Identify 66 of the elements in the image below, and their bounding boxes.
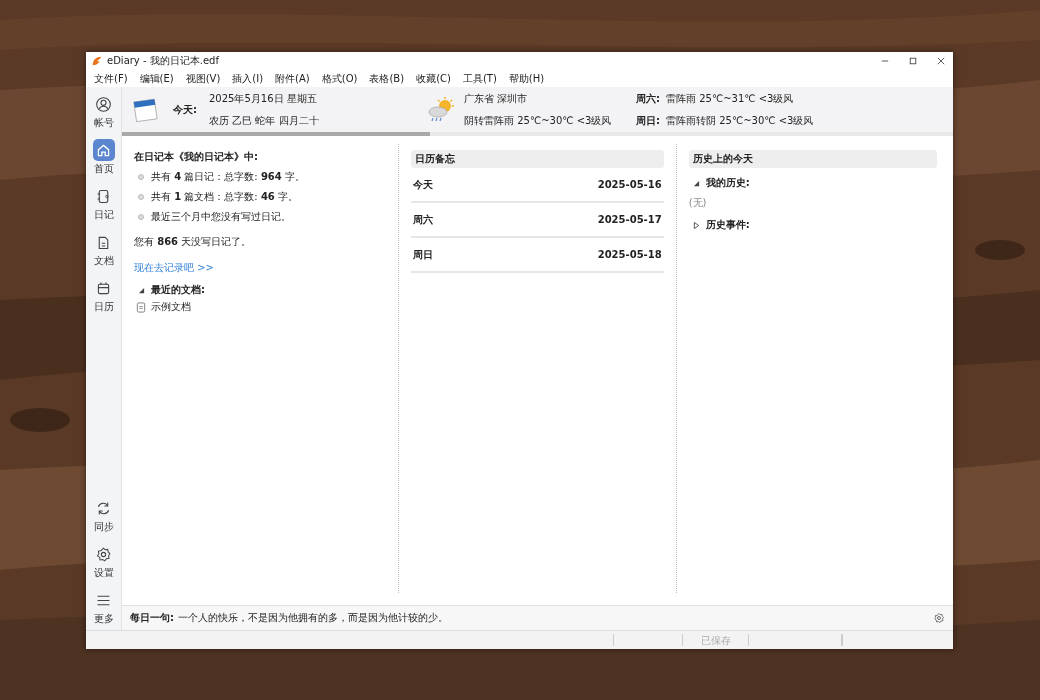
document-item[interactable]: 示例文档 <box>151 300 191 314</box>
section-header: 历史上的今天 <box>688 150 937 168</box>
calendar-icon <box>131 96 159 123</box>
maximize-icon <box>909 57 917 65</box>
user-icon <box>95 95 112 113</box>
sidebar-item[interactable]: 文档 <box>92 231 115 268</box>
days-note: 您有 866 天没写日记了。 <box>134 235 253 249</box>
summary-text: 共有 1 篇文档：总字数: 46 字。 <box>151 190 298 204</box>
menu-item[interactable]: 格式(O) <box>321 71 358 86</box>
settings-icon <box>95 545 112 563</box>
menu-item[interactable]: 文件(F) <box>94 71 128 86</box>
weather-text: 阴转雷阵雨 25℃~30℃ <3级风 <box>464 113 612 128</box>
menu-item[interactable]: 表格(B) <box>369 71 405 86</box>
menu-item[interactable]: 编辑(E) <box>139 71 174 86</box>
document-icon <box>136 301 146 313</box>
forecast-text: 雷阵雨转阴 25℃~30℃ <3级风 <box>666 113 814 128</box>
lunar-date-text: 农历 乙巳 蛇年 四月二十 <box>209 113 319 128</box>
expanded-triangle-icon[interactable] <box>138 286 145 294</box>
sidebar-item[interactable]: 设置 <box>92 543 115 580</box>
summary-text: 共有 4 篇日记：总字数: 964 字。 <box>151 170 305 184</box>
status-text: 已保存 <box>683 634 749 646</box>
menu-item[interactable]: 插入(I) <box>232 71 264 86</box>
app-logo-icon <box>91 55 103 67</box>
bullet-dot <box>138 174 144 180</box>
section-label: 我的历史: <box>705 176 750 190</box>
record-link[interactable]: 现在去记录吧 >> <box>134 261 214 275</box>
memo-day: 周六 <box>413 212 434 227</box>
section-label: 历史事件: <box>705 218 750 232</box>
scrollbar-thumb[interactable] <box>122 132 430 136</box>
notebook-icon <box>95 187 112 205</box>
forecast-text: 雷阵雨 25℃~31℃ <3级风 <box>666 91 794 106</box>
summary-title: 在日记本《我的日记本》中: <box>134 150 259 164</box>
quote-text: 一个人的快乐，不是因为他拥有的多，而是因为他计较的少。 <box>178 611 449 625</box>
sidebar-item[interactable]: 更多 <box>92 589 115 626</box>
forecast-day: 周日: <box>636 113 660 128</box>
section-label: 最近的文档: <box>151 283 205 297</box>
quote-label: 每日一句: <box>130 611 174 625</box>
sidebar-item[interactable]: 帐号 <box>92 93 115 130</box>
memo-date: 2025-05-17 <box>597 214 662 225</box>
bullet-dot <box>138 194 144 200</box>
memo-date: 2025-05-18 <box>597 249 662 260</box>
memo-day: 今天 <box>413 177 434 192</box>
today-label: 今天: <box>173 102 197 117</box>
summary-text: 最近三个月中您没有写过日记。 <box>151 210 291 224</box>
date-text: 2025年5月16日 星期五 <box>209 91 317 106</box>
location-text: 广东省 深圳市 <box>464 91 528 106</box>
menu-item[interactable]: 帮助(H) <box>508 71 545 86</box>
memo-date: 2025-05-16 <box>597 179 662 190</box>
window-title: eDiary - 我的日记本.edf <box>107 54 219 68</box>
forecast-day: 周六: <box>636 91 660 106</box>
menu-item[interactable]: 视图(V) <box>185 71 221 86</box>
settings-icon <box>933 612 945 624</box>
memo-day: 周日 <box>413 247 434 262</box>
sidebar-item[interactable]: 日历 <box>92 277 115 314</box>
close-icon <box>937 57 945 65</box>
collapsed-triangle-icon[interactable] <box>692 221 700 229</box>
menu-item[interactable]: 附件(A) <box>275 71 310 86</box>
bullet-dot <box>138 214 144 220</box>
menu-item[interactable]: 工具(T) <box>462 71 497 86</box>
empty-text: (无) <box>688 196 707 210</box>
section-header: 日历备忘 <box>411 150 664 168</box>
minimize-icon <box>881 57 889 65</box>
menu-item[interactable]: 收藏(C) <box>416 71 451 86</box>
sidebar-item[interactable]: 日记 <box>92 185 115 222</box>
expanded-triangle-icon[interactable] <box>692 179 700 187</box>
sidebar-item[interactable]: 同步 <box>92 497 115 534</box>
